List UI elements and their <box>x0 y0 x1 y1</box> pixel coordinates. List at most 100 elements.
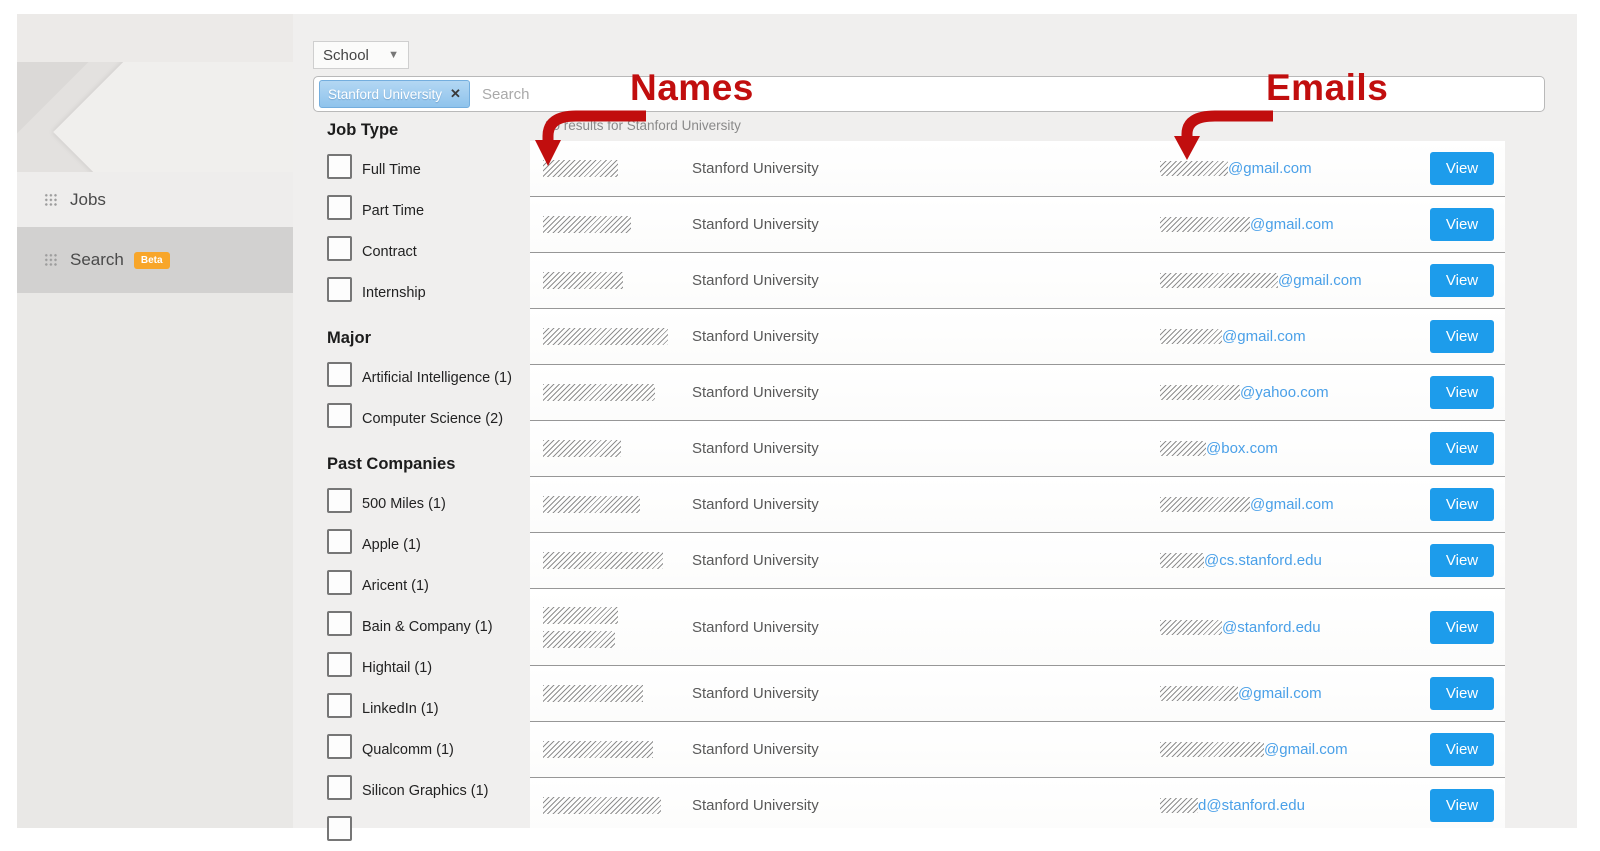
email-redaction-hatch <box>1160 742 1264 757</box>
filter-option[interactable]: 500 Miles (1) <box>327 488 542 513</box>
filter-section: Past Companies 500 Miles (1) Apple (1) Aric… <box>327 455 542 841</box>
redacted-name <box>530 552 692 569</box>
filter-option[interactable]: Qualcomm (1) <box>327 734 542 759</box>
filter-option[interactable]: Artificial Intelligence (1) <box>327 362 542 387</box>
sidebar-banner-image: LOGOUT <box>17 62 293 172</box>
email-domain: @yahoo.com <box>1240 384 1329 401</box>
filter-option[interactable]: Silicon Graphics (1) <box>327 775 542 800</box>
filter-option[interactable]: Aricent (1) <box>327 570 542 595</box>
email-domain: @gmail.com <box>1238 685 1322 702</box>
checkbox-unchecked[interactable] <box>327 816 352 841</box>
filter-option-label: Qualcomm (1) <box>362 741 454 758</box>
redacted-name <box>530 606 692 648</box>
view-button[interactable]: View <box>1430 320 1494 353</box>
filter-option-label: Silicon Graphics (1) <box>362 782 489 799</box>
email: @gmail.com <box>1160 685 1430 702</box>
sidebar-item-jobs[interactable]: Jobs <box>17 172 293 227</box>
view-button[interactable]: View <box>1430 544 1494 577</box>
checkbox-unchecked[interactable] <box>327 611 352 636</box>
name-redaction-hatch <box>543 741 653 758</box>
email-redaction-hatch <box>1160 686 1238 701</box>
grip-icon <box>44 253 58 267</box>
checkbox-unchecked[interactable] <box>327 277 352 302</box>
redacted-name <box>530 797 692 814</box>
view-button[interactable]: View <box>1430 677 1494 710</box>
filter-option-label: Part Time <box>362 202 425 219</box>
grip-icon <box>44 192 58 207</box>
filter-option-label: 500 Miles (1) <box>362 495 446 512</box>
email-redaction-hatch <box>1160 273 1278 288</box>
email: @gmail.com <box>1160 216 1430 233</box>
checkbox-unchecked[interactable] <box>327 236 352 261</box>
result-row: Stanford University @gmail.com View <box>530 309 1505 365</box>
filter-section: Job Type Full Time Part Time Contract Intern… <box>327 121 542 302</box>
view-button[interactable]: View <box>1430 733 1494 766</box>
result-row: Stanford University @gmail.com View <box>530 197 1505 253</box>
checkbox-unchecked[interactable] <box>327 652 352 677</box>
checkbox-unchecked[interactable] <box>327 154 352 179</box>
view-button[interactable]: View <box>1430 789 1494 822</box>
chip-remove-icon[interactable]: ✕ <box>450 86 461 102</box>
filter-option[interactable]: Computer Science (2) <box>327 403 542 428</box>
checkbox-unchecked[interactable] <box>327 362 352 387</box>
view-button[interactable]: View <box>1430 152 1494 185</box>
filter-option[interactable]: LinkedIn (1) <box>327 693 542 718</box>
filter-option[interactable]: Internship <box>327 277 542 302</box>
email-redaction-hatch <box>1160 619 1222 635</box>
banner-shape <box>53 62 293 172</box>
filter-option-label: Artificial Intelligence (1) <box>362 369 512 386</box>
school-name: Stanford University <box>692 685 819 702</box>
checkbox-unchecked[interactable] <box>327 734 352 759</box>
checkbox-unchecked[interactable] <box>327 693 352 718</box>
school-name: Stanford University <box>692 216 819 233</box>
result-row: Stanford University @stanford.edu View <box>530 589 1505 666</box>
filter-section: Major Artificial Intelligence (1) Computer… <box>327 329 542 428</box>
screenshot-canvas: LOGOUT Jobs Search Beta School ▼ Stanfor… <box>0 0 1600 851</box>
email-domain: @gmail.com <box>1250 216 1334 233</box>
view-button[interactable]: View <box>1430 488 1494 521</box>
school-dropdown[interactable]: School ▼ <box>313 41 409 69</box>
filter-option-label: Hightail (1) <box>362 659 433 676</box>
name-redaction-hatch <box>543 552 663 569</box>
school-dropdown-label: School <box>323 46 369 64</box>
checkbox-unchecked[interactable] <box>327 488 352 513</box>
checkbox-unchecked[interactable] <box>327 529 352 554</box>
name-redaction-hatch <box>543 440 621 457</box>
checkbox-unchecked[interactable] <box>327 775 352 800</box>
sidebar-item-search[interactable]: Search Beta <box>17 227 293 293</box>
email: @cs.stanford.edu <box>1160 552 1430 569</box>
email-domain: @cs.stanford.edu <box>1204 552 1322 569</box>
email-redaction-hatch <box>1160 798 1198 813</box>
school-name: Stanford University <box>692 160 819 177</box>
email: d@stanford.edu <box>1160 797 1430 814</box>
beta-badge: Beta <box>133 251 170 269</box>
email-redaction-hatch <box>1160 441 1206 456</box>
filter-option[interactable] <box>327 816 542 841</box>
results-list: Stanford University @gmail.com View Stanfor… <box>530 141 1505 828</box>
view-button[interactable]: View <box>1430 432 1494 465</box>
name-redaction-hatch <box>543 606 618 624</box>
filter-option-label: Aricent (1) <box>362 577 429 594</box>
name-redaction-hatch <box>543 630 615 648</box>
view-button[interactable]: View <box>1430 376 1494 409</box>
filter-option[interactable]: Apple (1) <box>327 529 542 554</box>
checkbox-unchecked[interactable] <box>327 195 352 220</box>
filter-option[interactable]: Hightail (1) <box>327 652 542 677</box>
view-button[interactable]: View <box>1430 208 1494 241</box>
filter-chip-label: Stanford University <box>328 86 443 102</box>
email-redaction-hatch <box>1160 385 1240 400</box>
filter-option[interactable]: Part Time <box>327 195 542 220</box>
filter-section-title: Past Companies <box>327 455 456 473</box>
sidebar: LOGOUT Jobs Search Beta <box>17 14 293 828</box>
checkbox-unchecked[interactable] <box>327 570 352 595</box>
checkbox-unchecked[interactable] <box>327 403 352 428</box>
school-name: Stanford University <box>692 797 819 814</box>
view-button[interactable]: View <box>1430 264 1494 297</box>
filter-chip-stanford[interactable]: Stanford University ✕ <box>319 80 470 108</box>
filter-option[interactable]: Full Time <box>327 154 542 179</box>
view-button[interactable]: View <box>1430 610 1494 644</box>
filter-option[interactable]: Contract <box>327 236 542 261</box>
email-domain: @gmail.com <box>1278 272 1362 289</box>
filter-option[interactable]: Bain & Company (1) <box>327 611 542 636</box>
name-redaction-hatch <box>543 797 661 814</box>
